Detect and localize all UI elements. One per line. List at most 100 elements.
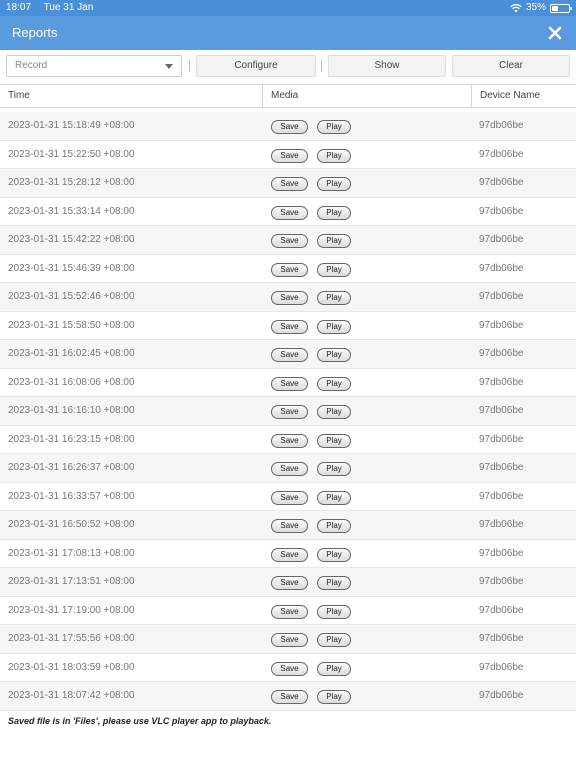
save-button[interactable]: Save	[271, 433, 308, 448]
save-button[interactable]: Save	[271, 519, 308, 533]
wifi-icon	[510, 3, 522, 13]
play-button[interactable]: Play	[317, 148, 351, 163]
table-row: 2023-01-31 16:02:45 +08:00 Save Play 97db06…	[0, 340, 576, 369]
play-button[interactable]: Play	[317, 433, 351, 448]
save-button[interactable]: Save	[271, 319, 308, 334]
save-button[interactable]: Save	[271, 661, 308, 676]
status-right: 35%	[510, 0, 572, 16]
play-button[interactable]: Play	[317, 205, 351, 220]
row-device-name: 97db06be	[479, 661, 524, 673]
status-bar: 18:07 Tue 31 Jan 35%	[0, 0, 576, 16]
save-button[interactable]: Save	[271, 405, 308, 419]
play-button[interactable]: Play	[317, 462, 351, 476]
save-button[interactable]: Save	[271, 462, 308, 476]
save-button[interactable]: Save	[271, 234, 308, 248]
play-button[interactable]: Play	[317, 490, 351, 505]
table-header: Time Media Device Name	[0, 84, 576, 108]
status-left: 18:07 Tue 31 Jan	[6, 0, 103, 16]
table-row: 2023-01-31 18:03:59 +08:00 Save Play 97db06…	[0, 653, 576, 682]
save-button[interactable]: Save	[271, 490, 308, 505]
select-value: Record	[15, 60, 48, 71]
page-title: Reports	[12, 25, 58, 40]
close-icon[interactable]	[548, 26, 562, 40]
row-device-name: 97db06be	[479, 462, 524, 473]
row-device-name: 97db06be	[479, 348, 524, 359]
battery-icon	[550, 3, 572, 13]
show-button[interactable]: Show	[328, 55, 446, 77]
save-button[interactable]: Save	[271, 205, 308, 220]
status-date: Tue 31 Jan	[43, 2, 94, 13]
play-button[interactable]: Play	[317, 633, 351, 647]
row-time: 2023-01-31 17:13:51 +08:00	[8, 576, 135, 587]
save-button[interactable]: Save	[271, 576, 308, 590]
play-button[interactable]: Play	[317, 690, 351, 704]
row-device-name: 97db06be	[479, 291, 524, 302]
report-rows: 2023-01-31 15:18:49 +08:00 Save Play 97db06…	[0, 112, 576, 711]
save-button[interactable]: Save	[271, 547, 308, 562]
save-button[interactable]: Save	[271, 177, 308, 191]
table-row: 2023-01-31 15:33:14 +08:00 Save Play 97db06…	[0, 197, 576, 226]
row-device-name: 97db06be	[479, 319, 524, 331]
play-button[interactable]: Play	[317, 604, 351, 619]
table-row: 2023-01-31 16:26:37 +08:00 Save Play 97db06…	[0, 454, 576, 483]
play-button[interactable]: Play	[317, 576, 351, 590]
table-row: 2023-01-31 17:19:00 +08:00 Save Play 97db06…	[0, 596, 576, 625]
save-button[interactable]: Save	[271, 633, 308, 647]
toolbar: Record Configure Show Clear	[0, 50, 576, 84]
save-button[interactable]: Save	[271, 348, 308, 362]
row-device-name: 97db06be	[479, 262, 524, 274]
play-button[interactable]: Play	[317, 661, 351, 676]
save-button[interactable]: Save	[271, 262, 308, 277]
record-type-select[interactable]: Record	[6, 55, 182, 77]
row-device-name: 97db06be	[479, 519, 524, 530]
row-time: 2023-01-31 17:08:13 +08:00	[8, 547, 135, 559]
play-button[interactable]: Play	[317, 547, 351, 562]
save-button[interactable]: Save	[271, 291, 308, 305]
row-device-name: 97db06be	[479, 120, 524, 131]
row-device-name: 97db06be	[479, 234, 524, 245]
save-button[interactable]: Save	[271, 376, 308, 391]
play-button[interactable]: Play	[317, 120, 351, 134]
play-button[interactable]: Play	[317, 376, 351, 391]
row-time: 2023-01-31 15:46:39 +08:00	[8, 262, 135, 274]
row-time: 2023-01-31 15:18:49 +08:00	[8, 120, 135, 131]
configure-button[interactable]: Configure	[196, 55, 316, 77]
play-button[interactable]: Play	[317, 519, 351, 533]
row-device-name: 97db06be	[479, 690, 524, 701]
play-button[interactable]: Play	[317, 405, 351, 419]
row-time: 2023-01-31 18:03:59 +08:00	[8, 661, 135, 673]
row-device-name: 97db06be	[479, 433, 524, 445]
clear-button[interactable]: Clear	[452, 55, 570, 77]
row-time: 2023-01-31 15:28:12 +08:00	[8, 177, 135, 188]
play-button[interactable]: Play	[317, 319, 351, 334]
row-time: 2023-01-31 15:52:46 +08:00	[8, 291, 135, 302]
play-button[interactable]: Play	[317, 177, 351, 191]
row-device-name: 97db06be	[479, 205, 524, 217]
row-time: 2023-01-31 16:16:10 +08:00	[8, 405, 135, 416]
save-button[interactable]: Save	[271, 148, 308, 163]
row-device-name: 97db06be	[479, 604, 524, 616]
table-row: 2023-01-31 15:28:12 +08:00 Save Play 97db06…	[0, 169, 576, 198]
row-time: 2023-01-31 16:26:37 +08:00	[8, 462, 135, 473]
save-button[interactable]: Save	[271, 690, 308, 704]
table-row: 2023-01-31 16:50:52 +08:00 Save Play 97db06…	[0, 511, 576, 540]
save-button[interactable]: Save	[271, 120, 308, 134]
toolbar-divider	[189, 60, 190, 72]
play-button[interactable]: Play	[317, 291, 351, 305]
footer-note: Saved file is in 'Files', please use VLC…	[8, 716, 272, 726]
table-row: 2023-01-31 17:08:13 +08:00 Save Play 97db06…	[0, 539, 576, 568]
row-device-name: 97db06be	[479, 490, 524, 502]
column-header-device: Device Name	[471, 85, 576, 107]
chevron-down-icon	[165, 64, 173, 69]
column-header-time: Time	[8, 90, 30, 101]
row-device-name: 97db06be	[479, 576, 524, 587]
play-button[interactable]: Play	[317, 234, 351, 248]
row-time: 2023-01-31 16:08:06 +08:00	[8, 376, 135, 388]
play-button[interactable]: Play	[317, 348, 351, 362]
title-bar: Reports	[0, 16, 576, 50]
play-button[interactable]: Play	[317, 262, 351, 277]
save-button[interactable]: Save	[271, 604, 308, 619]
table-row: 2023-01-31 15:42:22 +08:00 Save Play 97db06…	[0, 226, 576, 255]
row-device-name: 97db06be	[479, 633, 524, 644]
row-time: 2023-01-31 16:02:45 +08:00	[8, 348, 135, 359]
